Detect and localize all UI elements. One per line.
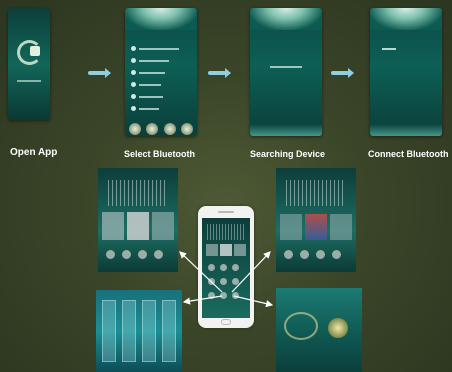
- connector-arrows: [179, 251, 274, 308]
